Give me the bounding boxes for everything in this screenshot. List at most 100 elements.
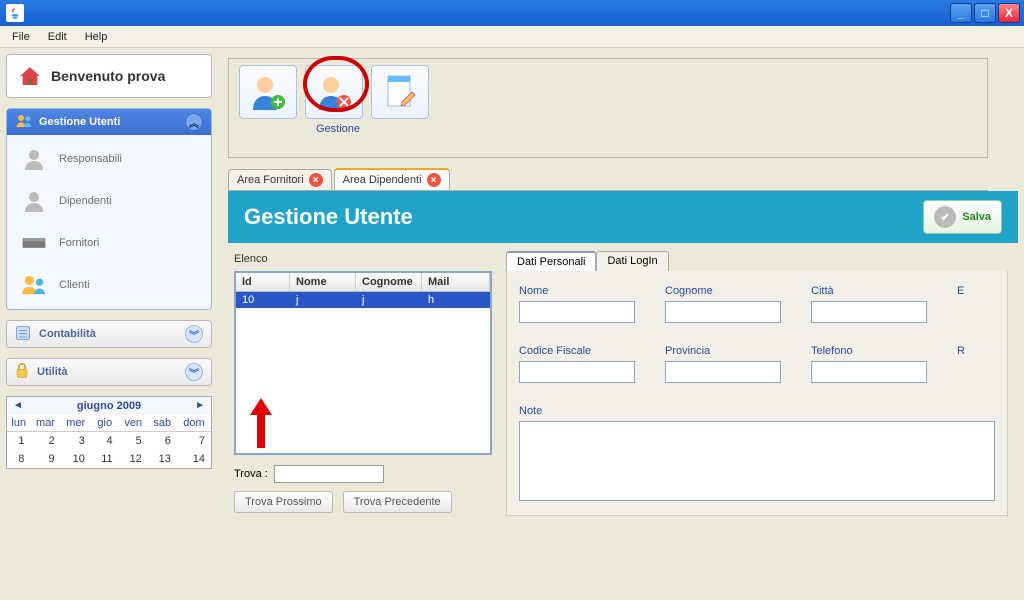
menu-help[interactable]: Help: [77, 29, 116, 45]
tab-close-icon[interactable]: ×: [427, 173, 441, 187]
sidebar-item-responsabili[interactable]: Responsabili: [11, 141, 207, 177]
save-button-label: Salva: [962, 211, 991, 223]
sidebar-section-users: Gestione Utenti ︽ Responsabili Dipendent…: [6, 108, 212, 310]
java-app-icon: [6, 4, 24, 22]
calendar-dow: sab: [148, 415, 177, 432]
table-row[interactable]: 10 j j h: [236, 292, 490, 308]
document-tabs: Area Fornitori × Area Dipendenti ×: [228, 168, 1024, 190]
welcome-text: Benvenuto prova: [51, 68, 165, 84]
users-color-icon: [19, 271, 49, 299]
person-icon: [19, 187, 49, 215]
calendar-day[interactable]: 4: [91, 432, 119, 450]
calendar-day[interactable]: 11: [91, 450, 119, 468]
input-telefono[interactable]: [811, 361, 927, 383]
menu-file[interactable]: File: [4, 29, 38, 45]
grid-col-nome[interactable]: Nome: [290, 273, 356, 291]
grid-col-cognome[interactable]: Cognome: [356, 273, 422, 291]
label-note: Note: [519, 405, 995, 417]
toolbar-add-user-button[interactable]: [239, 65, 297, 119]
detail-form: Nome Cognome Città E Codice Fiscale Prov…: [506, 271, 1008, 516]
label-nome: Nome: [519, 285, 635, 297]
calendar-day[interactable]: 3: [61, 432, 91, 450]
calendar-day[interactable]: 12: [119, 450, 148, 468]
sidebar: Benvenuto prova Gestione Utenti ︽ Respon…: [0, 48, 218, 600]
cell-id: 10: [236, 292, 290, 308]
calendar-prev-button[interactable]: ◄: [13, 400, 23, 411]
menu-edit[interactable]: Edit: [40, 29, 75, 45]
window-maximize-button[interactable]: □: [974, 3, 996, 23]
tab-close-icon[interactable]: ×: [309, 173, 323, 187]
lock-icon: [15, 363, 29, 382]
grid-header: Id Nome Cognome Mail: [236, 273, 490, 292]
sidebar-item-label: Fornitori: [59, 237, 99, 249]
calendar-day[interactable]: 13: [148, 450, 177, 468]
calendar-dow: dom: [177, 415, 211, 432]
window-minimize-button[interactable]: _: [950, 3, 972, 23]
tab-label: Area Dipendenti: [343, 174, 422, 186]
sidebar-section-utilita[interactable]: Utilità ︾: [6, 358, 212, 386]
tab-area-dipendenti[interactable]: Area Dipendenti ×: [334, 168, 450, 190]
save-button[interactable]: ✔ Salva: [923, 200, 1002, 234]
sidebar-section-contabilita[interactable]: Contabilità ︾: [6, 320, 212, 348]
label-provincia: Provincia: [665, 345, 781, 357]
label-extra1: E: [957, 285, 964, 297]
find-input[interactable]: [274, 465, 384, 483]
label-citta: Città: [811, 285, 927, 297]
list-panel: Elenco Id Nome Cognome Mail 10 j j h: [234, 251, 492, 516]
person-icon: [19, 145, 49, 173]
calendar-grid[interactable]: lun mar mer gio ven sab dom 1 2 3 4 5 6 …: [7, 415, 211, 468]
sidebar-section-utilita-title: Utilità: [37, 366, 68, 378]
input-provincia[interactable]: [665, 361, 781, 383]
input-note[interactable]: [519, 421, 995, 501]
calendar-dow: mer: [61, 415, 91, 432]
calendar-title: giugno 2009: [77, 400, 141, 412]
calendar-day[interactable]: 1: [7, 432, 30, 450]
tab-area-fornitori[interactable]: Area Fornitori ×: [228, 169, 332, 190]
toolbar-edit-button[interactable]: [371, 65, 429, 119]
sidebar-item-clienti[interactable]: Clienti: [11, 267, 207, 303]
calendar-day[interactable]: 8: [7, 450, 30, 468]
input-cf[interactable]: [519, 361, 635, 383]
calendar-day[interactable]: 14: [177, 450, 211, 468]
input-cognome[interactable]: [665, 301, 781, 323]
sidebar-item-fornitori[interactable]: Fornitori: [11, 225, 207, 261]
sidebar-item-label: Clienti: [59, 279, 90, 291]
home-icon: [17, 63, 43, 89]
ledger-icon: [15, 325, 31, 344]
chevron-down-icon: ︾: [185, 363, 203, 381]
detail-tab-personali[interactable]: Dati Personali: [506, 251, 596, 271]
sidebar-section-contabilita-title: Contabilità: [39, 328, 96, 340]
sidebar-item-label: Dipendenti: [59, 195, 112, 207]
grid-col-id[interactable]: Id: [236, 273, 290, 291]
calendar-dow: mar: [30, 415, 60, 432]
calendar-day[interactable]: 2: [30, 432, 60, 450]
welcome-panel: Benvenuto prova: [6, 54, 212, 98]
calendar-day[interactable]: 5: [119, 432, 148, 450]
detail-tab-login[interactable]: Dati LogIn: [596, 251, 668, 271]
input-citta[interactable]: [811, 301, 927, 323]
menubar: File Edit Help: [0, 26, 1024, 48]
annotation-arrow-icon: [246, 393, 276, 453]
chevron-down-icon: ︾: [185, 325, 203, 343]
grid-col-mail[interactable]: Mail: [422, 273, 490, 291]
sidebar-section-users-header[interactable]: Gestione Utenti ︽: [7, 109, 211, 135]
sidebar-item-dipendenti[interactable]: Dipendenti: [11, 183, 207, 219]
annotation-circle: [303, 56, 369, 112]
window-close-button[interactable]: X: [998, 3, 1020, 23]
input-nome[interactable]: [519, 301, 635, 323]
calendar-next-button[interactable]: ►: [195, 400, 205, 411]
calendar-day[interactable]: 10: [61, 450, 91, 468]
calendar-day[interactable]: 9: [30, 450, 60, 468]
window-titlebar: _ □ X: [0, 0, 1024, 26]
cell-cognome: j: [356, 292, 422, 308]
calendar-day[interactable]: 6: [148, 432, 177, 450]
calendar-dow: gio: [91, 415, 119, 432]
box-icon: [19, 229, 49, 257]
tab-label: Area Fornitori: [237, 174, 304, 186]
sidebar-section-users-title: Gestione Utenti: [39, 116, 120, 128]
find-prev-button[interactable]: Trova Precedente: [343, 491, 452, 513]
calendar-widget: ◄ giugno 2009 ► lun mar mer gio ven sab …: [6, 396, 212, 469]
calendar-day[interactable]: 7: [177, 432, 211, 450]
list-label: Elenco: [234, 253, 492, 265]
find-next-button[interactable]: Trova Prossimo: [234, 491, 333, 513]
